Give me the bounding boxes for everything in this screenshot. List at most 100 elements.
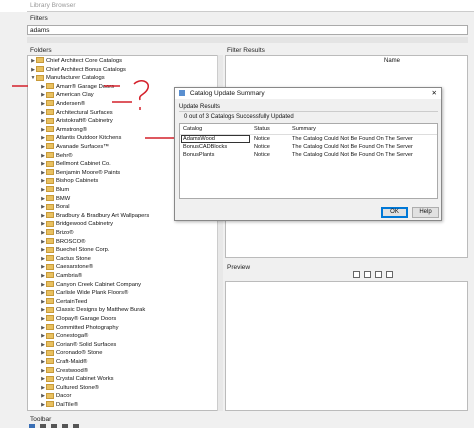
folder-icon <box>46 212 54 219</box>
col-summary[interactable]: Summary <box>292 126 316 132</box>
folder-label: DalTile® <box>56 402 79 408</box>
help-button[interactable]: Help <box>412 207 439 218</box>
folder-item[interactable]: ▶ Buechel Stone Corp. <box>40 246 110 255</box>
folder-item[interactable]: ▶ BMW <box>40 195 70 204</box>
name-column-header[interactable]: Name <box>384 58 400 64</box>
row-catalog[interactable]: AdamsWood <box>183 136 215 142</box>
folder-item[interactable]: ▶ Committed Photography <box>40 324 119 333</box>
row-catalog[interactable]: BonusCADBlocks <box>183 144 227 150</box>
folder-icon <box>46 152 54 159</box>
folder-label: Crestwood® <box>56 367 88 374</box>
row-summary: The Catalog Could Not Be Found On The Se… <box>292 136 413 142</box>
folder-item[interactable]: ▶ Cambria® <box>40 272 82 281</box>
toolbar-icon-4[interactable] <box>62 424 68 428</box>
folder-icon <box>46 186 54 193</box>
folder-label: Blum <box>56 187 70 193</box>
folder-label: CertainTeed <box>56 298 88 305</box>
folder-icon <box>46 306 54 313</box>
folders-label: Folders <box>30 47 52 54</box>
folder-item[interactable]: ▶ Crystal Cabinet Works <box>40 375 114 384</box>
summary-text: 0 out of 3 Catalogs Successfully Updated <box>184 114 294 120</box>
folder-label: BMW <box>56 195 71 202</box>
folder-item[interactable]: ▶ Bradbury & Bradbury Art Wallpapers <box>40 212 149 221</box>
folder-item[interactable]: ▶ Bishop Cabinets <box>40 177 98 186</box>
row-summary: The Catalog Could Not Be Found On The Se… <box>292 152 413 158</box>
folder-item[interactable]: ▶ Behr® <box>40 152 73 161</box>
folder-label: Cultured Stone® <box>56 384 99 391</box>
preview-label: Preview <box>227 264 251 271</box>
folder-icon <box>46 160 54 167</box>
folder-item[interactable]: ▶ Caesarstone® <box>40 263 93 272</box>
folder-icon <box>46 263 54 270</box>
folder-label: Cactus Stone <box>56 255 91 262</box>
folder-item[interactable]: ▶ Chief Architect Core Catalogs <box>30 57 122 66</box>
zoom-out-icon[interactable] <box>364 271 371 278</box>
filter-splitter[interactable] <box>27 37 468 43</box>
folder-icon <box>46 169 54 176</box>
folder-item[interactable]: ▶ Chief Architect Bonus Catalogs <box>30 66 126 75</box>
folder-item[interactable]: ▶ Conestoga® <box>40 332 88 341</box>
zoom-in-icon[interactable] <box>353 271 360 278</box>
row-summary: The Catalog Could Not Be Found On The Se… <box>292 144 413 150</box>
folder-label: Caesarstone® <box>56 264 94 271</box>
folder-label: Boral <box>56 204 70 211</box>
folder-label: Benjamin Moore® Paints <box>56 169 121 176</box>
folder-item[interactable]: ▶ Craft-Maid® <box>40 358 87 367</box>
folder-item[interactable]: ▶ BROSCO® <box>40 238 85 247</box>
folder-item[interactable]: ▶ Crestwood® <box>40 367 88 376</box>
folder-item[interactable]: ▶ Bridgewood Cabinetry <box>40 220 113 229</box>
folder-label: Canyon Creek Cabinet Company <box>56 281 142 288</box>
toolbar-icon-2[interactable] <box>40 424 46 428</box>
folder-label: BROSCO® <box>56 238 86 245</box>
close-icon[interactable]: ✕ <box>432 88 437 99</box>
folder-item[interactable]: ▶ Cactus Stone <box>40 255 91 264</box>
folder-item[interactable]: ▶ Benjamin Moore® Paints <box>40 169 120 178</box>
folder-icon <box>46 332 54 339</box>
fill-window-icon[interactable] <box>375 271 382 278</box>
rotate-icon[interactable] <box>386 271 393 278</box>
folder-item[interactable]: ▶ Canyon Creek Cabinet Company <box>40 281 141 290</box>
folder-item[interactable]: ▶ Boral <box>40 203 70 212</box>
folder-icon <box>46 384 54 391</box>
folder-item[interactable]: ▶ CertainTeed <box>40 298 87 307</box>
folder-label: Chief Architect Bonus Catalogs <box>46 66 126 73</box>
folder-item[interactable]: ▶ Corian® Solid Surfaces <box>40 341 116 350</box>
row-status: Notice <box>254 144 270 150</box>
row-catalog[interactable]: BonusPlants <box>183 152 214 158</box>
folder-item[interactable]: ▶ Carlisle Wide Plank Floors® <box>40 289 128 298</box>
folder-icon <box>46 358 54 365</box>
folder-icon <box>46 392 54 399</box>
filters-label: Filters <box>30 15 48 22</box>
folder-item[interactable]: ▶ Bellmont Cabinet Co. <box>40 160 111 169</box>
folder-icon <box>46 298 54 305</box>
folder-icon <box>36 57 44 64</box>
folder-icon <box>46 195 54 202</box>
folder-label: Buechel Stone Corp. <box>56 247 110 254</box>
folder-icon <box>46 177 54 184</box>
ok-button[interactable]: OK <box>381 207 408 218</box>
folder-item[interactable]: ▶ DalTile® <box>40 401 78 410</box>
folder-item[interactable]: ▶ Dacor <box>40 392 71 401</box>
col-status[interactable]: Status <box>254 126 270 132</box>
toolbar-label: Toolbar <box>30 416 52 423</box>
folder-icon <box>46 349 54 356</box>
app-icon <box>179 90 185 97</box>
toolbar-icon-3[interactable] <box>51 424 57 428</box>
folder-item[interactable]: ▶ Classic Designs by Matthew Burak <box>40 306 145 315</box>
col-catalog[interactable]: Catalog <box>183 126 202 132</box>
folder-icon <box>46 341 54 348</box>
dialog-titlebar[interactable]: Catalog Update Summary ✕ <box>175 88 441 99</box>
folder-label: Crystal Cabinet Works <box>56 376 114 383</box>
toolbar-icon-5[interactable] <box>73 424 79 428</box>
folder-icon <box>46 255 54 262</box>
folder-icon <box>46 272 54 279</box>
folder-item[interactable]: ▶ Clopay® Garage Doors <box>40 315 116 324</box>
toolbar-icon-1[interactable] <box>29 424 35 428</box>
folder-item[interactable]: ▶ Blum <box>40 186 69 195</box>
folder-item[interactable]: ▶ Coronado® Stone <box>40 349 103 358</box>
folder-item[interactable]: ▶ Brizo® <box>40 229 73 238</box>
filter-input[interactable]: adams <box>27 25 468 35</box>
folder-icon <box>46 367 54 374</box>
folder-item[interactable]: ▶ Cultured Stone® <box>40 384 99 393</box>
folder-label: Bishop Cabinets <box>56 178 99 185</box>
